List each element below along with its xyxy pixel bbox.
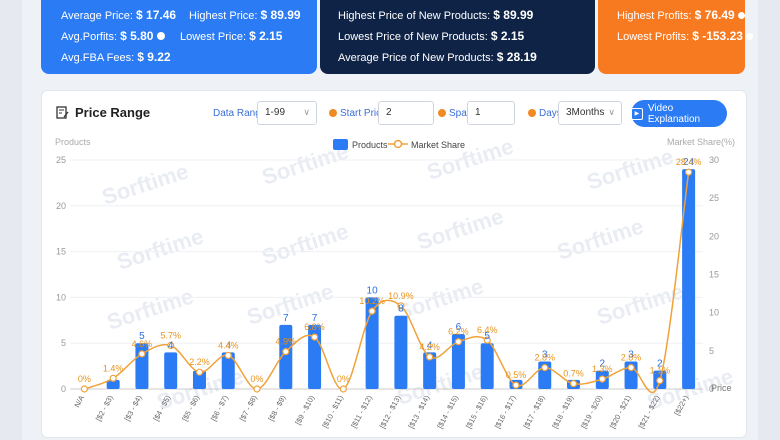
watermark-text: Sorftime: [114, 223, 207, 274]
share-value-label: 2.8%: [621, 353, 642, 363]
share-value-label: 0%: [78, 374, 91, 384]
watermark-text: Sorftime: [104, 283, 197, 334]
y-tick-left: 20: [56, 201, 66, 211]
share-value-label: 5.7%: [160, 330, 181, 340]
y-axis-left-title: Products: [55, 137, 91, 147]
y-tick-right: 5: [709, 346, 714, 356]
watermark-text: Sorftime: [554, 213, 647, 264]
market-share-point: [512, 381, 520, 389]
y-tick-left: 25: [56, 155, 66, 165]
y-tick-left: 10: [56, 292, 66, 302]
bar-products: [480, 343, 494, 389]
watermark-text: Sorftime: [584, 143, 677, 194]
y-tick-right: 15: [709, 270, 719, 280]
market-share-point: [310, 333, 319, 341]
y-tick-right: 25: [709, 193, 719, 203]
share-value-label: 10.9%: [388, 291, 414, 301]
share-value-label: 0%: [251, 374, 264, 384]
market-share-point: [627, 364, 635, 372]
share-value-label: 0.7%: [563, 369, 584, 379]
price-range-chart: Sorftime Sorftime Sorftime Sorftime Sorftime…: [55, 133, 736, 430]
market-share-point: [253, 385, 261, 393]
legend-market-share-marker: [393, 139, 403, 149]
x-tick-label: N/A: [72, 394, 86, 409]
market-share-point: [224, 351, 232, 360]
share-value-label: 6.8%: [304, 322, 325, 332]
y-tick-left: 5: [61, 338, 66, 348]
share-value-label: 1.4%: [103, 363, 124, 373]
share-value-label: 6.2%: [448, 327, 469, 337]
market-share-point: [282, 347, 290, 356]
watermark-text: Sorftime: [259, 218, 352, 269]
x-tick-label: [$18 - $19): [550, 393, 575, 430]
market-share-point: [109, 374, 117, 382]
market-share-point: [598, 375, 606, 383]
bar-value-label: 8: [398, 304, 404, 315]
market-share-point: [656, 377, 664, 385]
share-value-label: 1.3%: [592, 364, 613, 374]
bar-products: [164, 352, 178, 389]
watermark-text: Sorftime: [414, 203, 507, 254]
bar-value-label: 7: [283, 313, 289, 324]
x-tick-label: [$3 - $4): [123, 393, 144, 422]
market-share-point: [339, 385, 347, 393]
share-value-label: 2.8%: [534, 353, 555, 363]
x-tick-label: [$17 - $18): [522, 393, 547, 430]
market-share-point: [454, 338, 463, 346]
y-tick-left: 15: [56, 247, 66, 257]
x-tick-label: [$14 - $15): [435, 393, 460, 430]
x-tick-label: [$12 - $13): [378, 393, 403, 430]
market-share-point: [368, 307, 376, 315]
share-value-label: 28.4%: [676, 157, 702, 167]
bar-products: [135, 343, 149, 389]
x-tick-label: [$15 - $16): [464, 393, 489, 430]
bar-value-label: 4: [168, 340, 174, 351]
y-tick-right: 10: [709, 308, 719, 318]
share-value-label: 4.9%: [276, 337, 297, 347]
bar-value-label: 10: [367, 285, 379, 296]
market-share-point: [138, 350, 146, 358]
legend-products-swatch: [333, 139, 348, 150]
x-tick-label: [$8 - $9): [266, 393, 287, 422]
share-value-label: 6.4%: [477, 325, 498, 335]
x-tick-label: [$9 - $10): [293, 393, 316, 426]
market-share-point: [426, 353, 434, 361]
share-value-label: 4.2%: [419, 342, 440, 352]
share-value-label: 2.2%: [189, 357, 210, 367]
share-value-label: 4.4%: [218, 340, 239, 350]
y-tick-right: 20: [709, 231, 719, 241]
market-share-point: [80, 385, 88, 393]
market-share-point: [541, 364, 549, 372]
x-tick-label: [$20 - $21): [608, 393, 633, 430]
x-tick-label: [$16 - $17): [493, 393, 518, 430]
x-tick-label: [$10 - $11): [320, 393, 345, 429]
legend-products-label: Products: [352, 140, 388, 150]
watermark-text: Sorftime: [394, 358, 487, 409]
bar-products: [682, 169, 696, 389]
watermark-text: Sorftime: [99, 158, 192, 209]
share-value-label: 10.2%: [359, 296, 385, 306]
market-share-point: [195, 368, 204, 376]
share-value-label: 0.5%: [506, 370, 527, 380]
share-value-label: 1.1%: [650, 366, 671, 376]
y-tick-left: 0: [61, 384, 66, 394]
y-tick-right: 30: [709, 155, 719, 165]
x-axis-title: Price: [711, 383, 732, 393]
share-value-label: 0%: [337, 374, 350, 384]
x-tick-label: [$11 - $12): [349, 393, 374, 429]
share-value-label: 4.6%: [132, 339, 153, 349]
x-tick-label: [$19 - $20): [579, 393, 604, 430]
bar-products: [394, 315, 408, 389]
market-share-point: [685, 168, 693, 176]
x-tick-label: [$2 - $3): [94, 393, 115, 422]
market-share-point: [569, 380, 578, 388]
x-tick-label: [$7 - $8): [238, 393, 259, 422]
legend-market-share-label: Market Share: [411, 140, 465, 150]
y-axis-right-title: Market Share(%): [667, 137, 735, 147]
